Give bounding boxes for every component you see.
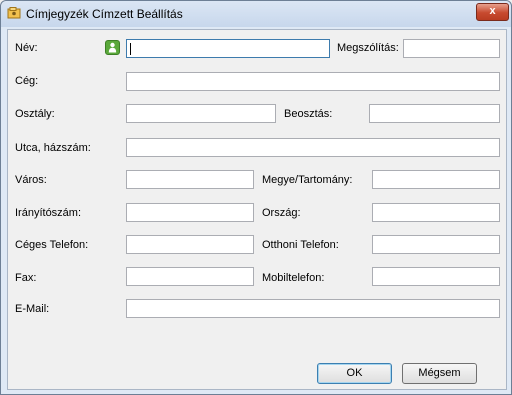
city-field[interactable] [126,170,254,189]
title-bar[interactable]: Címjegyzék Címzett Beállítás x [1,1,511,27]
email-field[interactable] [126,299,500,318]
dialog-window: Címjegyzék Címzett Beállítás x Név: Megs… [0,0,512,395]
name-field[interactable] [126,39,330,58]
text-caret [130,43,131,55]
home-phone-field[interactable] [372,235,500,254]
company-field[interactable] [126,72,500,91]
close-button[interactable]: x [476,3,509,21]
dialog-body: Név: Megszólítás: Cég: Osztály: Beosztás… [7,29,507,390]
name-label: Név: [15,42,38,54]
zip-label: Irányítószám: [15,207,82,219]
contact-picker-icon[interactable] [105,40,120,55]
ok-button[interactable]: OK [317,363,392,384]
salutation-label: Megszólítás: [337,42,399,54]
window-title: Címjegyzék Címzett Beállítás [26,7,183,21]
fax-field[interactable] [126,267,254,286]
email-label: E-Mail: [15,303,50,315]
cancel-button[interactable]: Mégsem [402,363,477,384]
mobile-field[interactable] [372,267,500,286]
position-label: Beosztás: [284,108,333,120]
street-label: Utca, házszám: [15,142,91,154]
close-icon: x [489,5,496,17]
country-label: Ország: [262,207,301,219]
mobile-label: Mobiltelefon: [262,272,325,284]
company-label: Cég: [15,75,39,87]
home-phone-label: Otthoni Telefon: [262,239,339,251]
salutation-field[interactable] [403,39,500,58]
street-field[interactable] [126,138,500,157]
position-field[interactable] [369,104,500,123]
county-field[interactable] [372,170,500,189]
fax-label: Fax: [15,272,37,284]
county-label: Megye/Tartomány: [262,174,353,186]
country-field[interactable] [372,203,500,222]
city-label: Város: [15,174,47,186]
person-icon [108,42,117,53]
department-field[interactable] [126,104,276,123]
work-phone-field[interactable] [126,235,254,254]
address-book-icon [7,7,21,19]
zip-field[interactable] [126,203,254,222]
work-phone-label: Céges Telefon: [15,239,89,251]
department-label: Osztály: [15,108,55,120]
